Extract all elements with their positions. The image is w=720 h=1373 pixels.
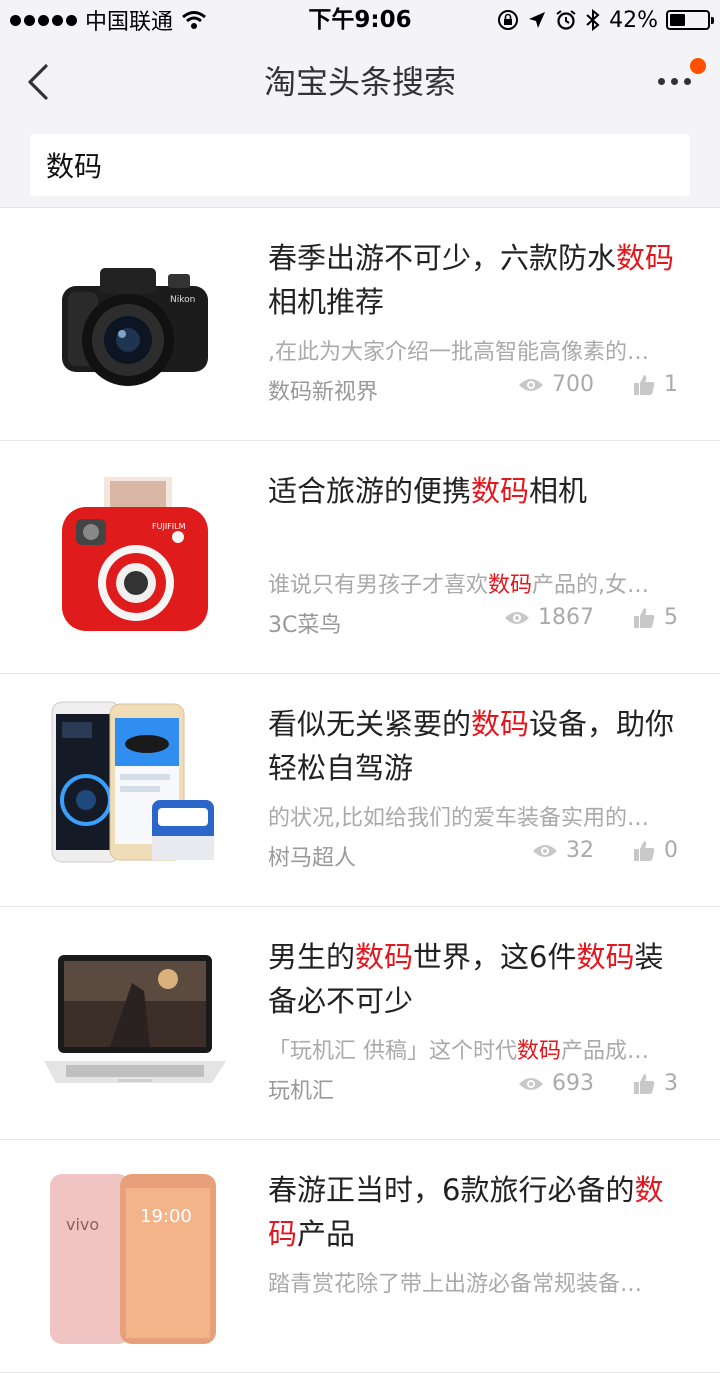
thumbs-up-icon[interactable] — [632, 839, 656, 863]
like-count: 1 — [664, 372, 678, 397]
battery-level — [670, 14, 686, 26]
article-card[interactable]: Nikon 春季出游不可少，六款防水数码相机推荐 ,在此为大家介绍一批高智能高像… — [0, 208, 720, 441]
article-list: Nikon 春季出游不可少，六款防水数码相机推荐 ,在此为大家介绍一批高智能高像… — [0, 208, 720, 1373]
page-title: 淘宝头条搜索 — [263, 63, 456, 101]
article-title[interactable]: 春游正当时，6款旅行必备的数码产品 — [268, 1168, 688, 1256]
article-source: 玩机汇 — [268, 1079, 335, 1104]
svg-text:19:00: 19:00 — [140, 1206, 192, 1227]
rotation-lock-icon — [498, 10, 519, 30]
signal-strength-icon — [10, 14, 77, 26]
article-card[interactable]: 看似无关紧要的数码设备，助你轻松自驾游 的状况,比如给我们的爱车装备实用的… 树… — [0, 674, 720, 907]
eye-icon — [505, 611, 529, 624]
status-bar: 中国联通 下午9:06 42% — [0, 0, 720, 40]
article-summary: 的状况,比如给我们的爱车装备实用的… — [268, 806, 649, 831]
notification-badge — [690, 58, 706, 74]
article-source: 数码新视界 — [268, 380, 379, 405]
like-count: 3 — [664, 1071, 678, 1096]
article-source: 3C菜鸟 — [268, 613, 342, 638]
article-summary: 「玩机汇 供稿」这个时代数码产品成… — [268, 1039, 650, 1064]
svg-text:Nikon: Nikon — [170, 295, 195, 305]
article-source: 树马超人 — [268, 846, 357, 871]
article-stats: 693 3 — [518, 1071, 678, 1096]
thumbs-up-icon[interactable] — [632, 1072, 656, 1096]
eye-icon — [533, 844, 557, 857]
battery-percent: 42% — [609, 7, 658, 33]
article-card[interactable]: FUJIFILM 适合旅游的便携数码相机 谁说只有男孩子才喜欢数码产品的,女… … — [0, 441, 720, 674]
article-stats: 32 0 — [532, 838, 678, 863]
article-card[interactable]: vivo 19:00 春游正当时，6款旅行必备的数码产品 踏青赏花除了带上出游必… — [0, 1140, 720, 1373]
svg-text:vivo: vivo — [66, 1215, 99, 1234]
article-title[interactable]: 看似无关紧要的数码设备，助你轻松自驾游 — [268, 702, 688, 790]
eye-icon — [519, 1077, 543, 1090]
back-button[interactable] — [18, 60, 62, 104]
instax-camera-thumb: FUJIFILM — [62, 477, 208, 631]
article-summary: 踏青赏花除了带上出游必备常规装备… — [268, 1272, 643, 1297]
search-input[interactable] — [30, 134, 690, 196]
phones-thumb: vivo 19:00 — [50, 1174, 216, 1344]
carrier-label: 中国联通 — [85, 10, 174, 35]
alarm-icon — [556, 10, 576, 30]
article-card[interactable]: 男生的数码世界，这6件数码装备必不可少 「玩机汇 供稿」这个时代数码产品成… 玩… — [0, 907, 720, 1140]
thumbs-up-icon[interactable] — [632, 606, 656, 630]
view-count: 700 — [552, 372, 594, 397]
camera-nikon-thumb: Nikon — [62, 268, 208, 386]
article-summary: 谁说只有男孩子才喜欢数码产品的,女… — [268, 573, 650, 598]
svg-text:FUJIFILM: FUJIFILM — [152, 522, 186, 531]
nav-bar: 淘宝头条搜索 — [0, 40, 720, 124]
more-button[interactable] — [650, 58, 706, 102]
view-count: 693 — [552, 1071, 594, 1096]
laptop-thumb — [44, 955, 226, 1083]
status-left: 中国联通 — [10, 0, 207, 40]
view-count: 32 — [566, 838, 594, 863]
more-dots-icon — [658, 78, 691, 85]
article-stats: 1867 5 — [504, 605, 678, 630]
like-count: 0 — [664, 838, 678, 863]
thumbs-up-icon[interactable] — [632, 373, 656, 397]
article-summary: ,在此为大家介绍一批高智能高像素的… — [268, 340, 649, 365]
like-count: 5 — [664, 605, 678, 630]
article-title[interactable]: 适合旅游的便携数码相机 — [268, 469, 688, 513]
search-bar — [0, 124, 720, 208]
chevron-left-icon — [28, 64, 48, 100]
eye-icon — [519, 378, 543, 391]
bluetooth-icon — [586, 8, 600, 32]
car-gadget-thumb — [51, 701, 214, 863]
article-stats: 700 1 — [518, 372, 678, 397]
view-count: 1867 — [538, 605, 594, 630]
battery-icon — [666, 10, 714, 30]
location-icon — [529, 12, 546, 28]
wifi-icon — [182, 11, 206, 29]
article-title[interactable]: 春季出游不可少，六款防水数码相机推荐 — [268, 236, 688, 324]
status-right: 42% — [497, 0, 714, 40]
article-title[interactable]: 男生的数码世界，这6件数码装备必不可少 — [268, 935, 688, 1023]
